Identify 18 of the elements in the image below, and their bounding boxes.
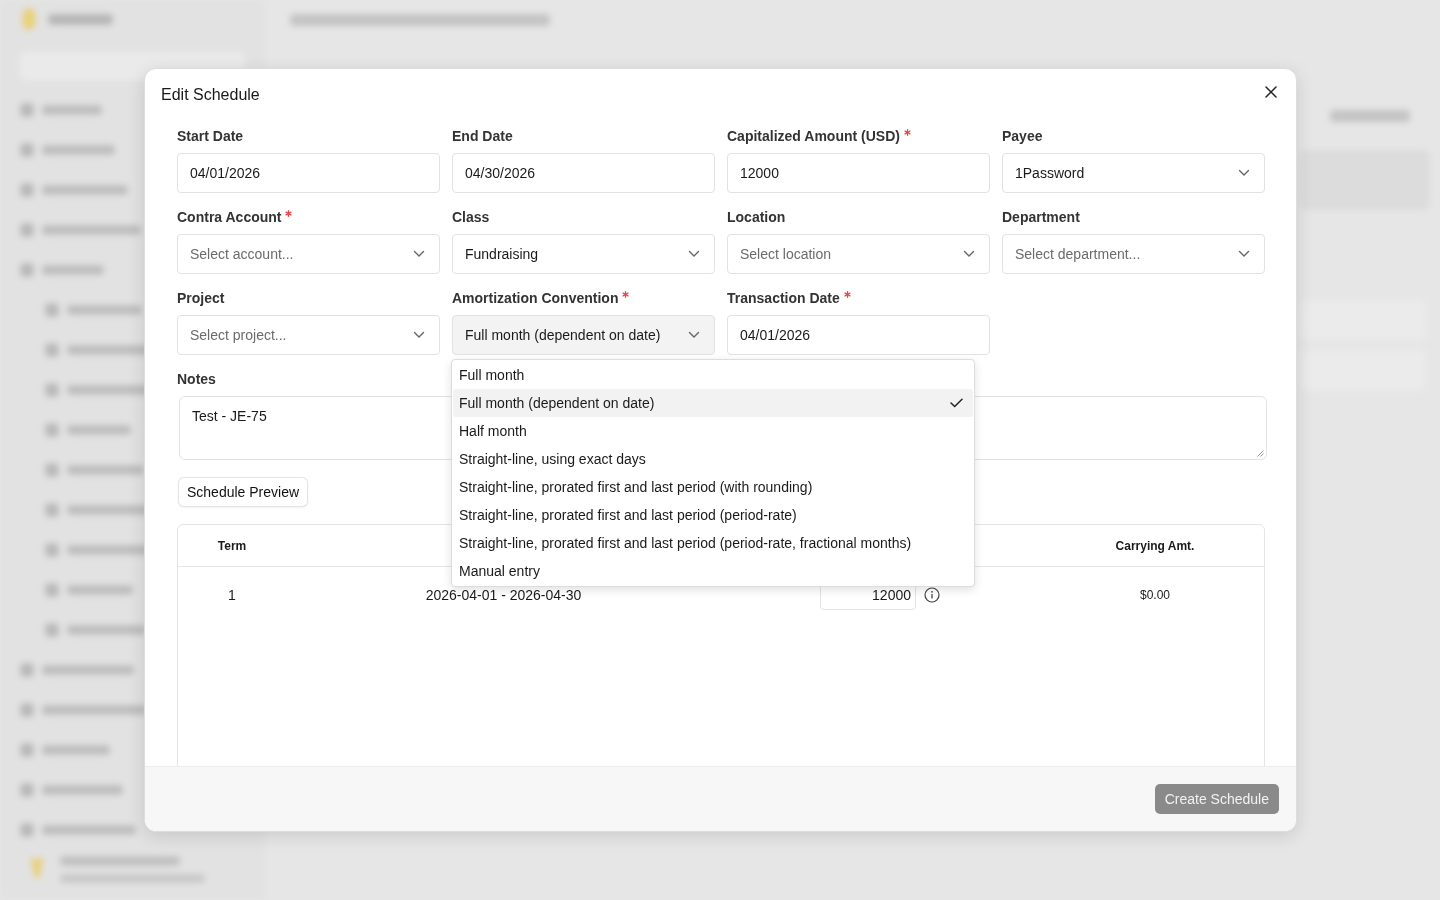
- table-cell-text: 1: [227, 587, 237, 603]
- field-label: Project: [177, 289, 225, 306]
- column-header: Term: [216, 538, 248, 553]
- column-header: Carrying Amt.: [1114, 538, 1196, 553]
- field-label: Amortization Convention: [452, 289, 619, 306]
- field-label: Class: [452, 208, 490, 225]
- field-label: Location: [727, 208, 786, 225]
- table-cell-text: 2026-04-01 - 2026-04-30: [424, 587, 583, 603]
- field-label: End Date: [452, 127, 513, 144]
- dialog-title: Edit Schedule: [161, 85, 260, 105]
- field-label: Start Date: [177, 127, 244, 144]
- field-label: Capitalized Amount (USD): [727, 127, 900, 144]
- field-label: Transaction Date: [727, 289, 840, 306]
- field-label: Contra Account: [177, 208, 282, 225]
- field-label: Department: [1002, 208, 1080, 225]
- field-label: Payee: [1002, 127, 1043, 144]
- field-label: Notes: [177, 370, 216, 387]
- table-cell-text: $0.00: [1139, 588, 1171, 602]
